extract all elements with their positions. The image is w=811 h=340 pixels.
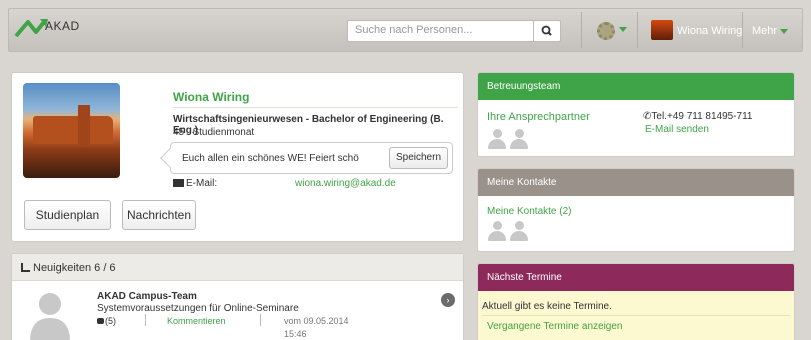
- user-name-link[interactable]: Wiona Wiring: [677, 25, 742, 37]
- header-divider: [742, 12, 743, 48]
- past-events-link[interactable]: Vergangene Termine anzeigen: [487, 321, 622, 332]
- meta-divider: [145, 314, 146, 326]
- study-plan-button[interactable]: Studienplan: [24, 200, 111, 230]
- news-header-text: Neuigkeiten 6 / 6: [21, 262, 116, 274]
- support-team-panel: Betreuungsteam Ihre Ansprechpartner ✆Tel…: [477, 72, 795, 157]
- save-button[interactable]: Speichern: [389, 147, 448, 169]
- support-team-header: Betreuungsteam: [478, 73, 794, 100]
- search-icon: [541, 25, 552, 36]
- status-input[interactable]: Euch allen ein schönes WE! Feiert schö: [182, 153, 359, 164]
- upcoming-events-header: Nächste Termine: [478, 264, 794, 291]
- news-author[interactable]: AKAD Campus-Team: [97, 291, 197, 302]
- speech-bubble-notch: [160, 148, 180, 168]
- messages-button[interactable]: Nachrichten: [122, 200, 196, 230]
- search-input[interactable]: Suche nach Personen...: [347, 20, 534, 42]
- photo-mesa: [33, 116, 113, 144]
- phone-number: Tel.+49 711 81495-711: [651, 111, 753, 122]
- person-icon[interactable]: [488, 221, 506, 241]
- person-icon[interactable]: [488, 129, 506, 149]
- comment-bubble-icon: [97, 318, 104, 324]
- divider: [482, 315, 790, 316]
- avatar-placeholder-icon[interactable]: [26, 290, 74, 340]
- status-update-box: Euch allen ein schönes WE! Feiert schö S…: [160, 142, 453, 174]
- my-contacts-link[interactable]: Meine Kontakte (2): [487, 206, 572, 217]
- chevron-down-icon[interactable]: [780, 29, 788, 34]
- header-divider: [637, 12, 638, 48]
- header-divider: [581, 12, 582, 48]
- news-count-label: Neuigkeiten 6 / 6: [33, 262, 116, 274]
- contact-persons-link[interactable]: Ihre Ansprechpartner: [487, 111, 590, 123]
- profile-name: Wiona Wiring: [173, 90, 250, 104]
- person-icon[interactable]: [510, 129, 528, 149]
- comment-count-value: (5): [105, 316, 116, 326]
- email-link[interactable]: wiona.wiring@akad.de: [295, 178, 396, 189]
- news-date: vom 09.05.2014: [284, 316, 349, 326]
- contact-avatars: [488, 129, 532, 149]
- no-events-text: Aktuell gibt es keine Termine.: [482, 301, 612, 312]
- email-label: E-Mail:: [186, 178, 218, 189]
- news-time: 15:46: [284, 329, 307, 339]
- divider: [173, 107, 458, 108]
- news-feed-card: Neuigkeiten 6 / 6 AKAD Campus-Team Syste…: [11, 253, 464, 340]
- phone-row: ✆Tel.+49 711 81495-711: [643, 111, 753, 122]
- my-contacts-header: Meine Kontakte: [478, 169, 794, 196]
- logo-text: AKAD: [45, 19, 80, 33]
- photo-butte: [78, 105, 90, 145]
- chevron-down-icon[interactable]: [619, 27, 627, 32]
- comment-link[interactable]: Kommentieren: [167, 316, 226, 326]
- more-menu-button[interactable]: Mehr: [752, 25, 777, 37]
- profile-card: Wiona Wiring Wirtschaftsingenieurwesen -…: [11, 72, 464, 242]
- contact-avatars: [488, 221, 532, 241]
- gear-icon[interactable]: [597, 22, 615, 40]
- meta-divider: [260, 314, 261, 326]
- user-avatar-thumbnail[interactable]: [651, 20, 673, 40]
- envelope-icon: [173, 179, 184, 187]
- chevron-right-icon[interactable]: ›: [441, 293, 455, 307]
- news-title[interactable]: Systemvoraussetzungen für Online-Seminar…: [97, 303, 299, 314]
- news-header: Neuigkeiten 6 / 6: [12, 254, 463, 281]
- study-month: 45 . Studienmonat: [173, 127, 255, 138]
- send-email-link[interactable]: E-Mail senden: [645, 124, 709, 135]
- search-button[interactable]: [533, 20, 561, 42]
- upcoming-events-panel: Nächste Termine Aktuell gibt es keine Te…: [477, 263, 795, 340]
- person-icon[interactable]: [510, 221, 528, 241]
- rss-icon: [21, 263, 30, 272]
- my-contacts-panel: Meine Kontakte Meine Kontakte (2): [477, 168, 795, 252]
- email-row: E-Mail:: [173, 178, 217, 189]
- profile-photo[interactable]: [23, 83, 120, 178]
- comment-count: (5): [97, 316, 116, 326]
